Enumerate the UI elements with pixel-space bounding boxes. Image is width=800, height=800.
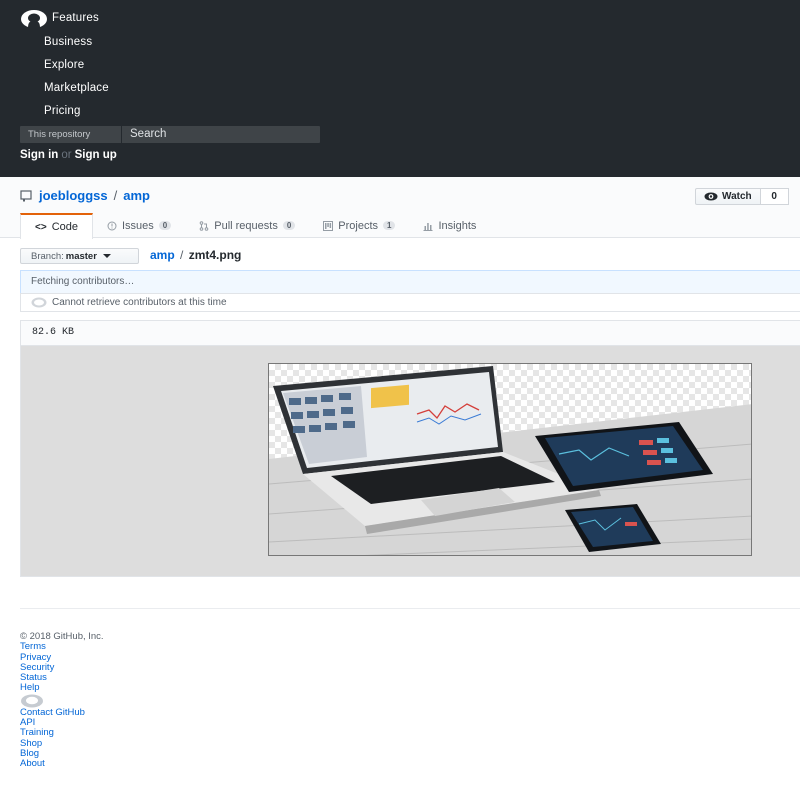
tab-insights-label: Insights — [438, 219, 477, 232]
contributors-error-text: Cannot retrieve contributors at this tim… — [52, 297, 227, 308]
tab-projects-label: Projects — [338, 219, 379, 232]
repo-name-link[interactable]: amp — [123, 188, 150, 203]
tab-pull-requests-label: Pull requests — [214, 219, 278, 232]
graph-icon — [423, 222, 433, 231]
branch-select-button[interactable]: Branch: master — [20, 248, 139, 264]
pull-requests-counter: 0 — [282, 221, 296, 230]
contributors-error: Cannot retrieve contributors at this tim… — [20, 293, 800, 312]
repo-header: joebloggss / amp Watch 0 <> Code Issues — [0, 177, 800, 239]
tab-code-label: Code — [51, 221, 78, 233]
footer-link-help[interactable]: Help — [20, 683, 104, 694]
tab-issues[interactable]: Issues 0 — [93, 213, 185, 238]
site-footer: © 2018 GitHub, Inc. Terms Privacy Securi… — [20, 631, 104, 770]
file-image — [268, 363, 752, 556]
site-header: Features Business Explore Marketplace Pr… — [0, 0, 800, 177]
breadcrumb-file-name: zmt4.png — [188, 248, 242, 262]
github-mark-icon[interactable] — [20, 694, 44, 708]
breadcrumb-separator: / — [180, 248, 184, 262]
project-icon — [323, 220, 334, 231]
nav-marketplace[interactable]: Marketplace — [44, 82, 109, 94]
laptop-tablet-phone-image — [269, 366, 751, 555]
fetching-contributors-text: Fetching contributors… — [20, 270, 800, 294]
watch-button[interactable]: Watch — [695, 188, 761, 205]
branch-name: master — [65, 250, 97, 262]
repo-book-icon — [20, 189, 32, 201]
file-size: 82.6 KB — [20, 320, 800, 346]
sign-in-link[interactable]: Sign in — [20, 149, 58, 161]
tab-projects[interactable]: Projects 1 — [309, 213, 409, 238]
footer-divider — [20, 608, 800, 609]
auth-or-text: or — [61, 149, 72, 161]
issues-counter: 0 — [158, 221, 172, 230]
branch-label: Branch: — [31, 250, 64, 262]
projects-counter: 1 — [383, 221, 396, 230]
repo-owner-link[interactable]: joebloggss — [39, 188, 108, 203]
breadcrumb-repo-link[interactable]: amp — [150, 248, 175, 262]
nav-business[interactable]: Business — [44, 36, 92, 48]
watch-label: Watch — [722, 191, 752, 202]
tab-pull-requests[interactable]: Pull requests 0 — [185, 213, 309, 238]
watch-control: Watch 0 — [695, 188, 789, 205]
pull-request-icon — [199, 220, 209, 231]
github-logo-icon[interactable] — [20, 9, 52, 29]
nav-explore[interactable]: Explore — [44, 59, 84, 71]
tab-insights[interactable]: Insights — [409, 213, 490, 238]
repo-tabs: <> Code Issues 0 Pull requests 0 Project… — [20, 213, 490, 239]
sign-up-link[interactable]: Sign up — [75, 149, 117, 161]
repo-title-separator: / — [113, 188, 118, 203]
search-scope-label[interactable]: This repository — [20, 126, 122, 143]
eye-icon — [704, 192, 718, 201]
search-input[interactable] — [122, 126, 320, 143]
watch-count[interactable]: 0 — [760, 188, 789, 205]
footer-link-about[interactable]: About — [20, 758, 104, 769]
issue-icon — [107, 221, 117, 230]
repo-title: joebloggss / amp — [20, 188, 150, 203]
nav-features[interactable]: Features — [52, 12, 99, 24]
breadcrumb: amp / zmt4.png — [150, 248, 241, 262]
nav-pricing[interactable]: Pricing — [44, 105, 81, 117]
tab-issues-label: Issues — [121, 219, 154, 232]
search-box: This repository — [20, 126, 320, 143]
code-icon: <> — [35, 221, 47, 233]
tab-code[interactable]: <> Code — [20, 213, 93, 239]
comment-icon — [31, 297, 47, 308]
caret-down-icon — [102, 254, 111, 258]
auth-links: Sign in or Sign up — [20, 149, 117, 161]
